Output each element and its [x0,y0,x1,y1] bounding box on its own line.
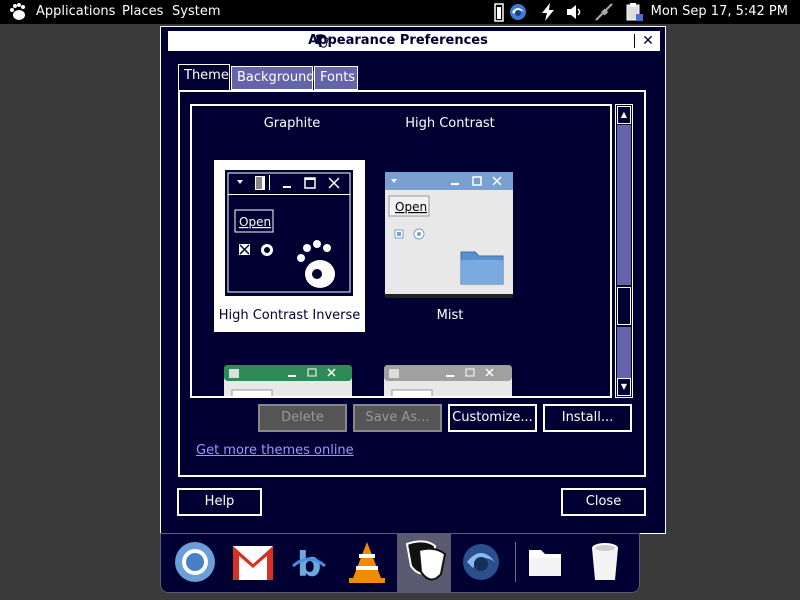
battery-icon[interactable] [494,2,504,22]
scroll-up-arrow-icon[interactable]: ▲ [617,106,631,124]
trash-icon[interactable] [581,538,629,586]
masks-icon[interactable] [401,538,449,586]
titlebar-separator [634,34,635,48]
scroll-trough-bottom[interactable] [617,327,631,379]
theme-label: High Contrast [405,116,495,131]
folder-icon[interactable] [521,538,569,586]
gnome-foot-icon[interactable] [8,2,28,22]
dock: b [160,533,640,593]
dock-separator [515,542,516,582]
help-button[interactable]: Help [177,488,262,516]
get-more-themes-link[interactable]: Get more themes online [196,443,354,458]
save-as-button[interactable]: Save As... [353,404,442,432]
scroll-trough-top[interactable] [617,125,631,285]
browser-b-icon[interactable]: b [285,538,333,586]
tab-background[interactable]: Background [231,66,315,90]
theme-list[interactable]: Graphite High Contrast Open Open High Co… [190,104,612,398]
menu-applications[interactable]: Applications [36,4,115,19]
wired-network-icon[interactable] [594,2,614,22]
theme-list-scrollbar[interactable]: ▲ ▼ [615,104,633,398]
tab-fonts[interactable]: Fonts [314,66,358,90]
theme-label-selected: High Contrast Inverse [218,308,361,323]
power-bolt-icon[interactable] [538,2,558,22]
swirl-icon[interactable] [457,538,505,586]
svg-text:Open: Open [239,215,271,229]
vlc-icon[interactable] [343,538,391,586]
delete-button[interactable]: Delete [258,404,347,432]
theme-preview-green[interactable] [224,365,352,398]
network-swirl-icon[interactable] [508,2,528,22]
customize-button[interactable]: Customize... [448,404,537,432]
install-button[interactable]: Install... [543,404,632,432]
titlebar[interactable]: Appearance Preferences ✕ [168,31,660,51]
window-title: Appearance Preferences [308,33,488,48]
chromium-icon[interactable] [171,538,219,586]
svg-text:Open: Open [395,200,427,214]
gmail-icon[interactable] [229,538,277,586]
clock[interactable]: Mon Sep 17, 5:42 PM [651,4,788,19]
theme-preview-mist[interactable]: Open [385,172,513,298]
clipboard-icon[interactable] [624,2,644,22]
svg-text:b: b [297,545,321,585]
theme-label: Graphite [263,116,321,131]
theme-label: Mist [436,308,464,323]
close-button[interactable]: Close [561,488,646,516]
tab-theme[interactable]: Theme [178,64,230,91]
theme-preview-grey[interactable] [384,365,512,398]
menu-system[interactable]: System [172,4,220,19]
close-icon[interactable]: ✕ [640,33,656,49]
scroll-down-arrow-icon[interactable]: ▼ [617,378,631,396]
scroll-thumb[interactable] [617,287,631,325]
menu-places[interactable]: Places [122,4,163,19]
volume-icon[interactable] [564,2,584,22]
theme-preview-high-contrast-inverse[interactable]: Open [225,170,353,296]
top-panel: Applications Places System Mon Sep 17, 5… [0,0,800,24]
